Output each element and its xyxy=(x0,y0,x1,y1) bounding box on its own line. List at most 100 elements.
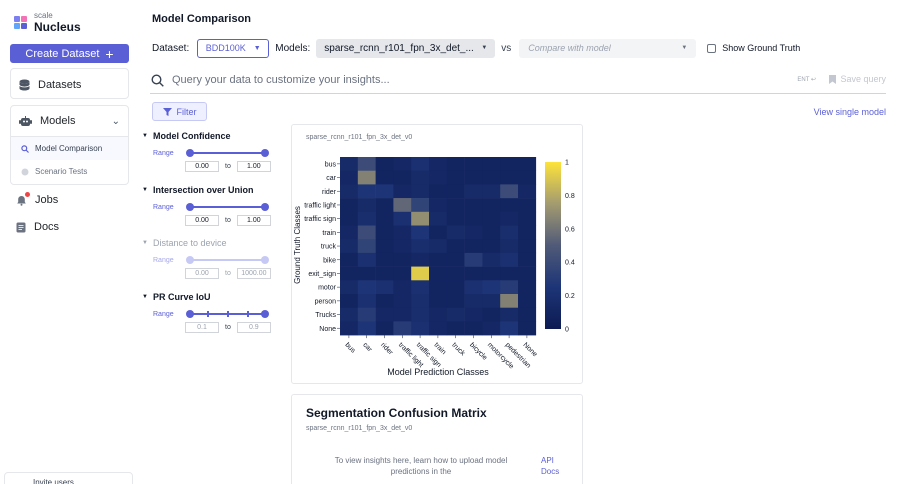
heatmap-cell[interactable] xyxy=(482,170,501,185)
slider-handle-min[interactable] xyxy=(186,203,194,211)
heatmap-cell[interactable] xyxy=(464,266,483,281)
heatmap-cell[interactable] xyxy=(446,211,465,226)
slider-handle-min[interactable] xyxy=(186,310,194,318)
heatmap-cell[interactable] xyxy=(500,321,519,336)
heatmap-cell[interactable] xyxy=(340,239,359,254)
heatmap-cell[interactable] xyxy=(446,252,465,267)
heatmap-cell[interactable] xyxy=(411,198,430,213)
query-input[interactable] xyxy=(172,74,732,86)
heatmap-cell[interactable] xyxy=(446,307,465,322)
heatmap-cell[interactable] xyxy=(411,239,430,254)
heatmap-cell[interactable] xyxy=(375,239,394,254)
heatmap-cell[interactable] xyxy=(500,252,519,267)
heatmap-cell[interactable] xyxy=(375,170,394,185)
heatmap-cell[interactable] xyxy=(518,280,537,295)
heatmap-cell[interactable] xyxy=(518,211,537,226)
heatmap-cell[interactable] xyxy=(393,266,412,281)
heatmap-cell[interactable] xyxy=(446,239,465,254)
heatmap-cell[interactable] xyxy=(357,307,376,322)
heatmap-cell[interactable] xyxy=(500,211,519,226)
heatmap-cell[interactable] xyxy=(411,252,430,267)
heatmap-cell[interactable] xyxy=(340,157,359,171)
range-slider[interactable] xyxy=(186,310,269,318)
heatmap-cell[interactable] xyxy=(518,157,537,171)
heatmap-cell[interactable] xyxy=(375,307,394,322)
heatmap-cell[interactable] xyxy=(518,294,537,308)
heatmap-cell[interactable] xyxy=(500,307,519,322)
heatmap-cell[interactable] xyxy=(482,225,501,240)
heatmap-cell[interactable] xyxy=(411,294,430,308)
heatmap-cell[interactable] xyxy=(411,321,430,336)
heatmap-cell[interactable] xyxy=(393,294,412,308)
heatmap-cell[interactable] xyxy=(375,321,394,336)
heatmap-cell[interactable] xyxy=(411,225,430,240)
invite-users-button[interactable]: Invite users xyxy=(4,472,133,484)
heatmap-cell[interactable] xyxy=(482,294,501,308)
sidebar-item-datasets[interactable]: Datasets xyxy=(11,69,128,100)
heatmap-cell[interactable] xyxy=(375,184,394,199)
heatmap-cell[interactable] xyxy=(482,266,501,281)
heatmap-cell[interactable] xyxy=(500,266,519,281)
heatmap-cell[interactable] xyxy=(446,170,465,185)
range-min-input[interactable]: 0.00 xyxy=(185,215,219,226)
heatmap-cell[interactable] xyxy=(393,198,412,213)
heatmap-cell[interactable] xyxy=(500,184,519,199)
heatmap-cell[interactable] xyxy=(375,252,394,267)
heatmap-cell[interactable] xyxy=(446,266,465,281)
heatmap-cell[interactable] xyxy=(393,239,412,254)
heatmap-cell[interactable] xyxy=(518,198,537,213)
heatmap-cell[interactable] xyxy=(500,225,519,240)
sidebar-item-model-comparison[interactable]: Model Comparison xyxy=(11,137,128,160)
show-ground-truth-toggle[interactable]: Show Ground Truth xyxy=(707,43,800,53)
heatmap-cell[interactable] xyxy=(429,225,448,240)
heatmap-cell[interactable] xyxy=(482,280,501,295)
heatmap-cell[interactable] xyxy=(357,280,376,295)
filter-header[interactable]: ▼ PR Curve IoU xyxy=(142,292,277,302)
slider-handle-max[interactable] xyxy=(261,149,269,157)
range-max-input[interactable]: 1000.00 xyxy=(236,268,271,279)
heatmap-cell[interactable] xyxy=(482,239,501,254)
heatmap-cell[interactable] xyxy=(464,280,483,295)
range-min-input[interactable]: 0.00 xyxy=(185,268,219,279)
show-ground-truth-checkbox[interactable] xyxy=(707,43,717,53)
heatmap-cell[interactable] xyxy=(411,266,430,281)
heatmap-cell[interactable] xyxy=(464,252,483,267)
heatmap-cell[interactable] xyxy=(464,211,483,226)
sidebar-item-scenario-tests[interactable]: Scenario Tests xyxy=(11,160,128,183)
heatmap-cell[interactable] xyxy=(340,252,359,267)
range-max-input[interactable]: 1.00 xyxy=(236,161,271,172)
heatmap-cell[interactable] xyxy=(393,307,412,322)
dataset-select[interactable]: BDD100K ▼ xyxy=(197,38,270,58)
heatmap-cell[interactable] xyxy=(393,211,412,226)
heatmap-cell[interactable] xyxy=(357,321,376,336)
heatmap-cell[interactable] xyxy=(429,280,448,295)
range-max-input[interactable]: 0.9 xyxy=(236,322,271,333)
heatmap-cell[interactable] xyxy=(482,211,501,226)
heatmap-cell[interactable] xyxy=(518,239,537,254)
heatmap-cell[interactable] xyxy=(357,170,376,185)
heatmap-cell[interactable] xyxy=(464,170,483,185)
heatmap-cell[interactable] xyxy=(429,170,448,185)
filter-header[interactable]: ▼ Model Confidence xyxy=(142,131,277,141)
heatmap-cell[interactable] xyxy=(357,252,376,267)
heatmap-cell[interactable] xyxy=(375,225,394,240)
heatmap-cell[interactable] xyxy=(429,294,448,308)
heatmap-cell[interactable] xyxy=(518,266,537,281)
api-docs-link[interactable]: API Docs xyxy=(541,456,563,478)
range-min-input[interactable]: 0.00 xyxy=(185,161,219,172)
chevron-down-icon[interactable]: ⌄ xyxy=(112,116,120,127)
heatmap-cell[interactable] xyxy=(357,225,376,240)
heatmap-cell[interactable] xyxy=(464,239,483,254)
heatmap-cell[interactable] xyxy=(429,266,448,281)
heatmap-cell[interactable] xyxy=(411,307,430,322)
heatmap-cell[interactable] xyxy=(340,307,359,322)
heatmap-cell[interactable] xyxy=(500,239,519,254)
heatmap-cell[interactable] xyxy=(357,239,376,254)
heatmap-cell[interactable] xyxy=(446,184,465,199)
compare-model-select[interactable]: Compare with model ▼ xyxy=(519,38,697,58)
heatmap-cell[interactable] xyxy=(411,184,430,199)
heatmap-cell[interactable] xyxy=(464,225,483,240)
heatmap-cell[interactable] xyxy=(429,239,448,254)
heatmap-cell[interactable] xyxy=(482,321,501,336)
heatmap-cell[interactable] xyxy=(500,294,519,308)
